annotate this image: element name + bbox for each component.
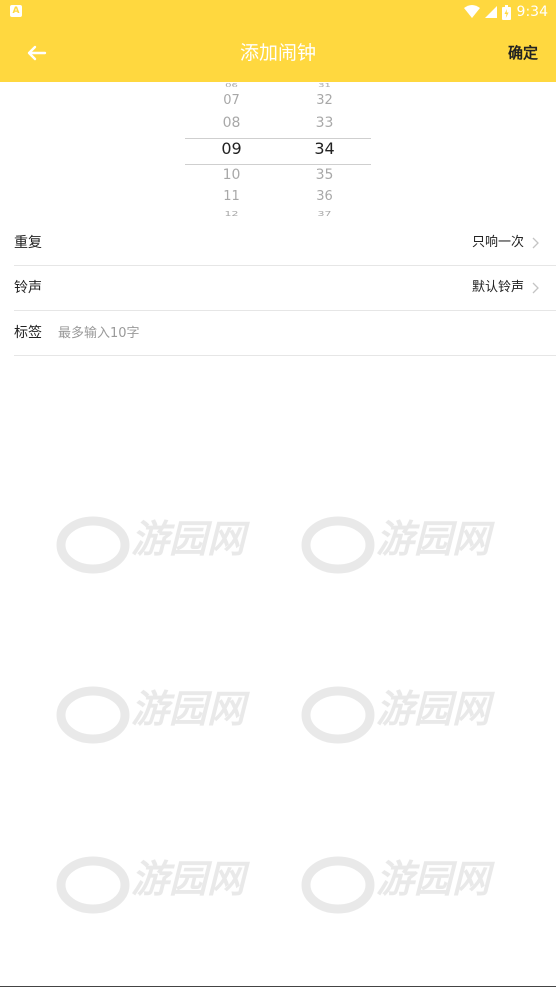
picker-divider-bottom [185, 164, 371, 165]
chevron-right-icon [532, 237, 539, 249]
app-bar: 添加闹钟 确定 [0, 24, 556, 82]
watermark: 游园网 [56, 686, 250, 744]
hour-option: 08 [222, 115, 241, 131]
tag-input[interactable] [58, 321, 498, 345]
hour-option: 06 [225, 83, 238, 89]
hour-option: 07 [223, 93, 240, 108]
ringtone-label: 铃声 [14, 280, 42, 296]
watermark: 游园网 [56, 516, 250, 574]
watermark: 游园网 [301, 516, 495, 574]
watermark-text: 游园网 [376, 856, 495, 901]
confirm-button[interactable]: 确定 [508, 24, 538, 82]
watermark: 游园网 [301, 686, 495, 744]
hour-option: 10 [222, 167, 241, 183]
page-title: 添加闹钟 [239, 42, 316, 64]
minute-option: 37 [317, 209, 332, 218]
time-picker: 06 07 08 09 10 11 12 31 32 33 34 35 36 3… [185, 82, 371, 222]
status-time: 9:34 [516, 4, 548, 20]
minute-option: 31 [318, 83, 331, 89]
hour-option: 12 [224, 209, 239, 218]
repeat-row[interactable]: 重复 只响一次 [14, 221, 556, 266]
notification-icon: A [10, 5, 22, 17]
minute-wheel[interactable]: 31 32 33 34 35 36 37 [278, 82, 371, 222]
selected-minute: 34 [314, 139, 335, 158]
wifi-icon [463, 5, 480, 18]
watermark-text: 游园网 [131, 516, 250, 561]
repeat-label: 重复 [14, 235, 42, 251]
ringtone-value: 默认铃声 [471, 280, 524, 295]
watermark: 游园网 [56, 856, 250, 914]
watermark-text: 游园网 [131, 856, 250, 901]
picker-divider-top [185, 138, 371, 139]
repeat-value: 只响一次 [471, 235, 524, 250]
selected-hour: 09 [221, 139, 242, 158]
hour-option: 11 [223, 189, 240, 204]
watermark-text: 游园网 [376, 516, 495, 561]
minute-option: 33 [315, 115, 334, 131]
minute-option: 32 [316, 93, 333, 108]
battery-icon [501, 4, 511, 20]
watermark-text: 游园网 [376, 686, 495, 731]
watermark: 游园网 [301, 856, 495, 914]
watermark-text: 游园网 [131, 686, 250, 731]
minute-option: 36 [316, 189, 333, 204]
hour-wheel[interactable]: 06 07 08 09 10 11 12 [185, 82, 278, 222]
minute-option: 35 [315, 167, 334, 183]
ringtone-row[interactable]: 铃声 默认铃声 [14, 266, 556, 311]
chevron-right-icon [532, 282, 539, 294]
bottom-divider [0, 986, 556, 987]
status-icons: 9:34 [463, 3, 548, 21]
tag-row: 标签 [14, 311, 556, 356]
status-bar: A 9:34 [0, 0, 556, 24]
tag-label: 标签 [14, 325, 42, 341]
signal-icon [484, 6, 497, 18]
